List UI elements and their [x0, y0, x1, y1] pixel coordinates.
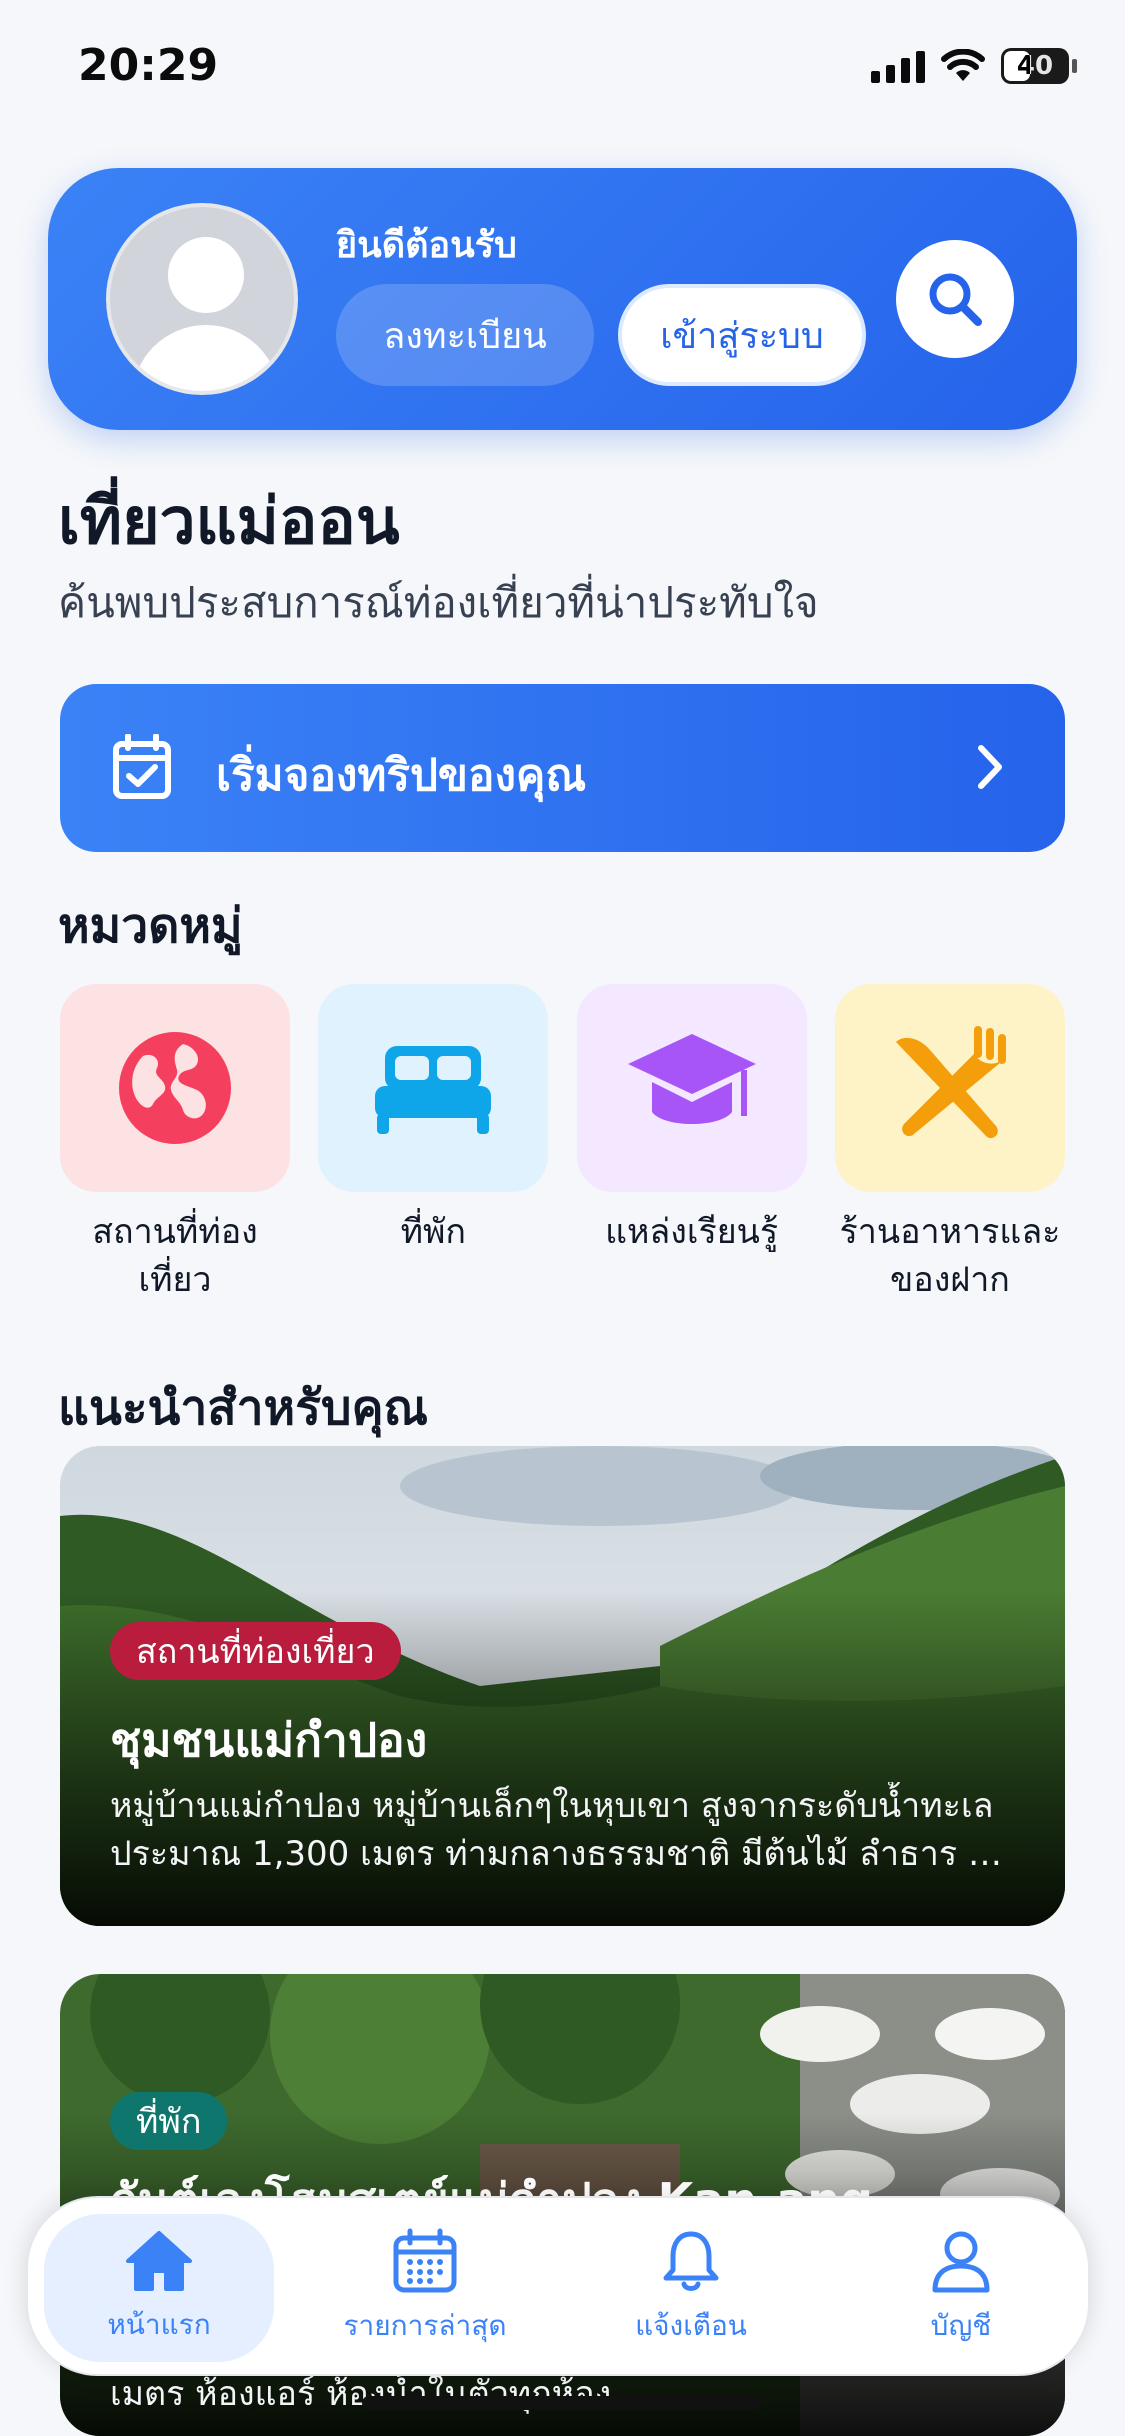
battery-icon: 40: [1001, 48, 1077, 84]
chevron-right-icon: [978, 745, 1002, 789]
nav-label: แจ้งเตือน: [635, 2309, 747, 2342]
nav-label: บัญชี: [930, 2309, 992, 2342]
category-label: แหล่งเรียนรู้: [605, 1212, 779, 1252]
category-food[interactable]: ร้านอาหารและ ของฝาก: [834, 984, 1065, 1304]
home-icon: [126, 2231, 192, 2291]
card-category-badge: สถานที่ท่องเที่ยว: [110, 1622, 401, 1680]
welcome-text: ยินดีต้อนรับ: [336, 225, 517, 266]
status-icons: 40: [871, 48, 1077, 84]
category-label: สถานที่ท่อง: [92, 1212, 258, 1252]
page-title: เที่ยวแม่ออน: [58, 485, 400, 559]
register-button[interactable]: ลงทะเบียน: [336, 284, 594, 386]
bell-icon: [663, 2231, 719, 2291]
start-trip-banner[interactable]: เริ่มจองทริปของคุณ: [60, 684, 1065, 852]
category-tile[interactable]: [60, 984, 290, 1192]
graduation-cap-icon: [627, 1034, 756, 1124]
category-learning[interactable]: แหล่งเรียนรู้: [576, 984, 807, 1304]
card-description: หมู่บ้านแม่กำปอง หมู่บ้านเล็กๆในหุบเขา ส…: [110, 1786, 994, 1826]
status-time: 20:29: [78, 40, 219, 91]
globe-icon: [119, 1032, 231, 1144]
categories-title: หมวดหมู่: [58, 898, 243, 954]
page-subtitle: ค้นพบประสบการณ์ท่องเที่ยวที่น่าประทับใจ: [58, 578, 819, 627]
calendar-check-icon: [113, 734, 171, 799]
search-button[interactable]: [896, 240, 1014, 358]
recommendations-title: แนะนำสำหรับคุณ: [58, 1380, 429, 1436]
card-category-badge: ที่พัก: [110, 2092, 228, 2150]
category-label: ร้านอาหารและ: [839, 1212, 1061, 1252]
nav-notifications[interactable]: แจ้งเตือน: [576, 2214, 806, 2362]
card-title: ชุมชนแม่กำปอง: [110, 1713, 428, 1767]
category-label-line2: ของฝาก: [890, 1260, 1010, 1300]
bottom-navigation: หน้าแรก รายการล่าสุด แจ้งเตือน บัญชี: [26, 2196, 1090, 2376]
home-indicator[interactable]: [362, 2396, 762, 2410]
category-list: สถานที่ท่อง เที่ยว ที่พัก แหล่งเรียนรู้ …: [60, 984, 1065, 1304]
category-tile[interactable]: [318, 984, 549, 1192]
nav-recent[interactable]: รายการล่าสุด: [310, 2214, 540, 2362]
card-description: เมตร ห้องแอร์ ห้องน้ำในตัวทุกห้อง: [110, 2374, 612, 2414]
battery-level: 40: [1016, 51, 1054, 81]
login-button[interactable]: เข้าสู่ระบบ: [618, 284, 866, 386]
utensils-icon: [895, 1026, 1006, 1139]
start-trip-label: เริ่มจองทริปของคุณ: [216, 750, 587, 801]
nav-account[interactable]: บัญชี: [846, 2214, 1076, 2362]
header-card: ยินดีต้อนรับ ลงทะเบียน เข้าสู่ระบบ: [48, 168, 1077, 430]
recommendation-card[interactable]: สถานที่ท่องเที่ยว ชุมชนแม่กำปอง หมู่บ้าน…: [60, 1446, 1065, 1926]
category-attractions[interactable]: สถานที่ท่อง เที่ยว: [60, 984, 290, 1304]
user-icon: [932, 2231, 990, 2293]
nav-home[interactable]: หน้าแรก: [44, 2214, 274, 2362]
avatar[interactable]: [106, 203, 298, 395]
card-description-line2: ประมาณ 1,300 เมตร ท่ามกลางธรรมชาติ มีต้น…: [110, 1834, 1030, 1874]
category-accommodation[interactable]: ที่พัก: [318, 984, 549, 1304]
category-label: ที่พัก: [400, 1212, 467, 1252]
category-tile[interactable]: [834, 984, 1065, 1192]
status-bar: 20:29 40: [0, 0, 1125, 130]
bed-icon: [375, 1046, 492, 1134]
category-tile[interactable]: [576, 984, 807, 1192]
wifi-icon: [941, 49, 985, 81]
category-label-line2: เที่ยว: [138, 1260, 212, 1300]
nav-label: รายการล่าสุด: [343, 2309, 507, 2342]
search-icon: [929, 273, 982, 326]
signal-icon: [871, 49, 925, 83]
calendar-icon: [393, 2228, 457, 2293]
nav-label: หน้าแรก: [107, 2308, 211, 2341]
